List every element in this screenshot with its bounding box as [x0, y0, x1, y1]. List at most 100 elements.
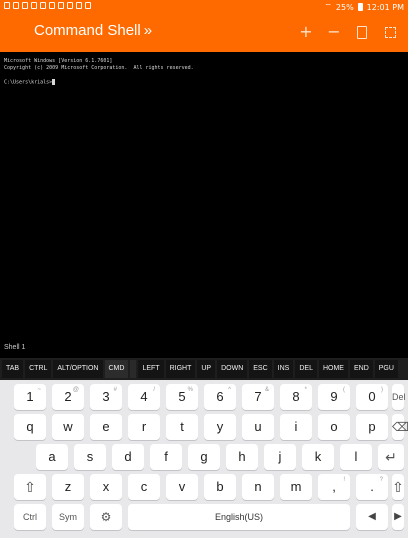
key-ins[interactable]: INS: [273, 360, 294, 378]
shell-tab-label[interactable]: Shell 1: [4, 344, 25, 351]
app-title: Command Shell: [34, 22, 141, 39]
sym-key[interactable]: Sym: [52, 504, 84, 530]
key-a[interactable]: a: [36, 444, 68, 470]
key-home[interactable]: HOME: [318, 360, 348, 378]
key-m[interactable]: m: [280, 474, 312, 500]
ctrl-key[interactable]: Ctrl: [14, 504, 46, 530]
notification-icons: [4, 2, 91, 9]
key-c[interactable]: c: [128, 474, 160, 500]
key-l[interactable]: l: [340, 444, 372, 470]
delete-key[interactable]: Del: [392, 384, 406, 410]
key-label: 6: [216, 389, 224, 404]
key-alt[interactable]: ALT/OPTION: [53, 360, 103, 378]
key-0[interactable]: 0): [356, 384, 388, 410]
key-v[interactable]: v: [166, 474, 198, 500]
key-o[interactable]: o: [318, 414, 350, 440]
settings-gear-icon[interactable]: ⚙: [90, 504, 122, 530]
key-f[interactable]: f: [150, 444, 182, 470]
minus-icon[interactable]: −: [320, 20, 348, 44]
key-2[interactable]: 2 @: [52, 384, 84, 410]
terminal-line: Microsoft Windows [Version 6.1.7601]: [4, 58, 113, 64]
extra-keys-divider: [130, 360, 137, 378]
key-5[interactable]: 5%: [166, 384, 198, 410]
key-d[interactable]: d: [112, 444, 144, 470]
notification-icon: [85, 2, 91, 9]
key-alt-label: /: [153, 387, 155, 393]
key-t[interactable]: t: [166, 414, 198, 440]
clipboard-icon[interactable]: [348, 20, 376, 44]
key-u[interactable]: u: [242, 414, 274, 440]
key-label: 8: [292, 389, 300, 404]
key-7[interactable]: 7 &: [242, 384, 274, 410]
fullscreen-icon[interactable]: [376, 20, 404, 44]
battery-icon: [357, 3, 363, 11]
key-6[interactable]: 6 ^: [204, 384, 236, 410]
key-alt-label: %: [187, 387, 193, 393]
backspace-icon[interactable]: ⌫: [392, 414, 408, 440]
chevron-right-icon: »: [143, 22, 153, 39]
key-h[interactable]: h: [226, 444, 258, 470]
key-g[interactable]: g: [188, 444, 220, 470]
key-4[interactable]: 4/: [128, 384, 160, 410]
notification-icon: [49, 2, 55, 9]
space-bar[interactable]: English(US): [128, 504, 350, 530]
clock: 12:01 PM: [366, 2, 404, 12]
key-alt-label: ?: [379, 477, 383, 483]
wifi-icon: ⌔: [324, 2, 332, 11]
app-title-button[interactable]: Command Shell»: [34, 22, 152, 39]
key-cmd[interactable]: CMD: [104, 360, 129, 378]
key-end[interactable]: END: [349, 360, 373, 378]
arrow-left-icon[interactable]: ◀: [356, 504, 388, 530]
key-down[interactable]: DOWN: [217, 360, 248, 378]
key-i[interactable]: i: [280, 414, 312, 440]
shift-icon[interactable]: ⇧: [14, 474, 46, 500]
key-comma[interactable]: ,!: [318, 474, 350, 500]
key-right[interactable]: RIGHT: [165, 360, 196, 378]
key-s[interactable]: s: [74, 444, 106, 470]
key-ctrl[interactable]: CTRL: [25, 360, 52, 378]
notification-icon: [22, 2, 28, 9]
key-k[interactable]: k: [302, 444, 334, 470]
key-p[interactable]: p: [356, 414, 388, 440]
key-y[interactable]: y: [204, 414, 236, 440]
key-esc[interactable]: ESC: [249, 360, 272, 378]
key-n[interactable]: n: [242, 474, 274, 500]
key-8[interactable]: 8 *: [280, 384, 312, 410]
key-label: 4: [140, 389, 148, 404]
notification-icon: [76, 2, 82, 9]
key-tab[interactable]: TAB: [2, 360, 24, 378]
key-label: 0: [368, 389, 376, 404]
enter-icon[interactable]: ↵: [378, 444, 404, 470]
shift-right-icon[interactable]: ⇧: [392, 474, 404, 500]
key-label: 1: [26, 389, 34, 404]
key-e[interactable]: e: [90, 414, 122, 440]
battery-percent: 25%: [335, 2, 354, 12]
key-j[interactable]: j: [264, 444, 296, 470]
key-alt-label: &: [264, 387, 269, 393]
terminal-output[interactable]: Microsoft Windows [Version 6.1.7601] Copy…: [0, 52, 408, 344]
key-label: 5: [178, 389, 186, 404]
key-r[interactable]: r: [128, 414, 160, 440]
notification-icon: [40, 2, 46, 9]
app-bar: Command Shell» + −: [0, 14, 408, 424]
key-z[interactable]: z: [52, 474, 84, 500]
key-9[interactable]: 9(: [318, 384, 350, 410]
key-alt-label: ): [381, 387, 383, 393]
arrow-right-icon[interactable]: ▶: [392, 504, 404, 530]
terminal-line: Copyright (c) 2009 Microsoft Corporation…: [4, 65, 194, 71]
key-1[interactable]: 1 ~: [14, 384, 46, 410]
key-alt-label: #: [113, 387, 117, 393]
key-period[interactable]: .?: [356, 474, 388, 500]
key-w[interactable]: w: [52, 414, 84, 440]
key-left[interactable]: LEFT: [138, 360, 164, 378]
key-x[interactable]: x: [90, 474, 122, 500]
key-3[interactable]: 3 #: [90, 384, 122, 410]
key-pgup[interactable]: PGU: [374, 360, 398, 378]
key-alt-label: @: [72, 387, 79, 393]
plus-icon[interactable]: +: [292, 20, 320, 44]
key-b[interactable]: b: [204, 474, 236, 500]
key-up[interactable]: UP: [197, 360, 216, 378]
key-del[interactable]: DEL: [295, 360, 317, 378]
key-q[interactable]: q: [14, 414, 46, 440]
